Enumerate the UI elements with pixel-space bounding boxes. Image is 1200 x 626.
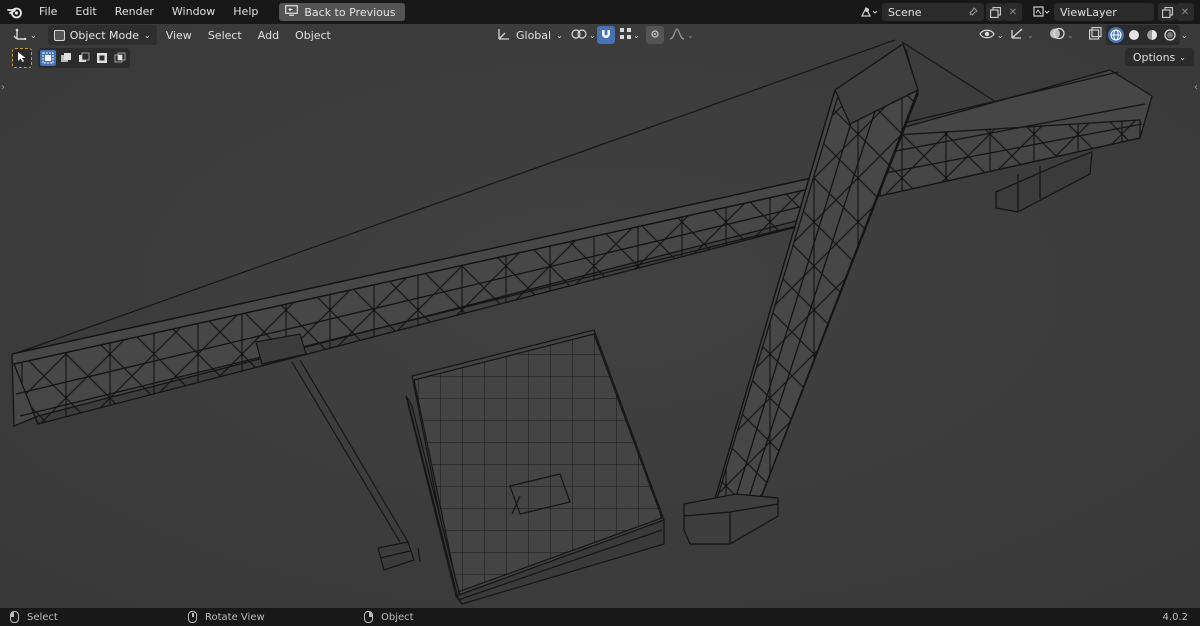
status-rotate-hint: Rotate View [188, 611, 265, 623]
subtract-selection-icon[interactable] [76, 50, 92, 66]
back-button-label: Back to Previous [304, 5, 396, 19]
overlays-icon [1049, 27, 1065, 43]
blender-logo-icon[interactable] [0, 0, 30, 24]
status-select-hint: Select [10, 611, 58, 623]
new-scene-icon[interactable] [986, 3, 1004, 21]
intersect-selection-icon[interactable] [112, 50, 128, 66]
menu-help[interactable]: Help [224, 0, 267, 24]
wireframe-shading-icon[interactable] [1108, 27, 1124, 43]
options-label: Options [1132, 50, 1176, 64]
status-object-hint: Object [364, 611, 414, 623]
chevron-down-icon: ⌄ [589, 30, 596, 40]
solid-shading-icon[interactable] [1126, 27, 1142, 43]
orientation-icon [497, 27, 511, 43]
view-layer-name: ViewLayer [1060, 5, 1117, 19]
object-mode-dropdown[interactable]: Object Mode ⌄ [47, 25, 157, 45]
3d-viewport[interactable]: ⌄ Object Mode ⌄ View Select Add Object G… [0, 24, 1200, 608]
transform-orientation-dropdown[interactable]: Global ⌄ [492, 25, 568, 45]
proportional-icon [650, 29, 660, 42]
status-bar: Select Rotate View Object 4.0.2 [0, 608, 1200, 626]
scene-name: Scene [888, 5, 922, 19]
snap-target-dropdown[interactable]: ⌄ [615, 25, 645, 45]
version-label: 4.0.2 [1162, 611, 1188, 623]
status-rotate-label: Rotate View [205, 611, 265, 623]
new-view-layer-icon[interactable] [1158, 3, 1176, 21]
pin-icon[interactable] [964, 3, 982, 21]
scene-wireframe [0, 24, 1200, 608]
mouse-middle-icon [188, 611, 197, 623]
chevron-down-icon: ⌄ [556, 30, 563, 40]
mouse-left-icon [10, 611, 19, 623]
pivot-point-dropdown[interactable]: ⌄ [566, 25, 601, 45]
menu-file[interactable]: File [30, 0, 66, 24]
shading-options-dropdown[interactable]: ⌄ [1176, 25, 1193, 45]
menu-window[interactable]: Window [163, 0, 224, 24]
editor-type-button[interactable]: ⌄ [8, 25, 42, 45]
proportional-editing-toggle[interactable] [646, 26, 664, 44]
material-shading-icon[interactable] [1144, 27, 1160, 43]
menu-add[interactable]: Add [253, 25, 284, 45]
chevron-down-icon: ⌄ [633, 30, 640, 40]
xray-toggle[interactable] [1084, 25, 1107, 45]
chevron-down-icon: ⌄ [1181, 30, 1188, 40]
chevron-down-icon: ⌄ [687, 30, 694, 40]
shading-mode-group [1106, 25, 1180, 45]
select-tool-button[interactable] [12, 48, 32, 68]
chevron-down-icon: ⌄ [1027, 30, 1034, 40]
chevron-down-icon: ⌄ [997, 30, 1004, 40]
close-icon[interactable]: ✕ [1176, 3, 1194, 21]
mouse-right-icon [364, 611, 373, 623]
back-to-previous-button[interactable]: Back to Previous [279, 3, 405, 21]
gizmo-dropdown[interactable]: ⌄ [1004, 25, 1039, 45]
sidebar-expand-arrow-icon[interactable]: ‹ [1194, 82, 1198, 93]
menu-edit[interactable]: Edit [66, 0, 105, 24]
view-layer-name-field[interactable]: ViewLayer [1054, 3, 1154, 21]
orientation-label: Global [516, 28, 552, 42]
screen-back-icon [285, 5, 299, 19]
chevron-down-icon: ⌄ [1067, 30, 1074, 40]
menu-object[interactable]: Object [290, 25, 336, 45]
invert-selection-icon[interactable] [94, 50, 110, 66]
status-select-label: Select [27, 611, 58, 623]
mode-label: Object Mode [69, 28, 139, 42]
pivot-icon [571, 28, 587, 43]
set-new-selection-icon[interactable] [40, 50, 56, 66]
status-object-label: Object [381, 611, 414, 623]
extend-selection-icon[interactable] [58, 50, 74, 66]
options-dropdown[interactable]: Options ⌄ [1124, 48, 1194, 66]
snap-toggle[interactable] [597, 26, 615, 44]
cursor-arrow-icon [17, 51, 27, 66]
close-icon[interactable]: ✕ [1004, 3, 1022, 21]
eye-icon [979, 28, 995, 43]
selection-mode-group [38, 48, 130, 68]
grid-snap-icon [620, 28, 631, 42]
menu-render[interactable]: Render [106, 0, 163, 24]
toolbar-expand-arrow-icon[interactable]: › [1, 82, 5, 93]
gizmo-icon [1009, 27, 1025, 43]
menu-select[interactable]: Select [203, 25, 247, 45]
view-layer-icon[interactable] [1030, 3, 1054, 21]
falloff-dropdown[interactable]: ⌄ [664, 25, 699, 45]
chevron-down-icon: ⌄ [144, 30, 151, 40]
falloff-curve-icon [669, 27, 685, 43]
menu-view[interactable]: View [161, 25, 197, 45]
chevron-down-icon: ⌄ [1179, 52, 1186, 62]
magnet-icon [600, 28, 612, 43]
axes-icon [13, 27, 27, 43]
chevron-down-icon: ⌄ [30, 30, 37, 40]
overlays-dropdown[interactable]: ⌄ [1044, 25, 1079, 45]
viewport-header: ⌄ Object Mode ⌄ View Select Add Object G… [0, 24, 1200, 46]
scene-selector: Scene ✕ [856, 3, 1022, 21]
object-mode-icon [53, 29, 65, 41]
top-menu-bar: File Edit Render Window Help Back to Pre… [0, 0, 1200, 24]
scene-icon[interactable] [856, 3, 882, 21]
xray-icon [1089, 27, 1102, 43]
view-layer-selector: ViewLayer ✕ [1030, 3, 1194, 21]
tool-settings-row [12, 48, 130, 68]
